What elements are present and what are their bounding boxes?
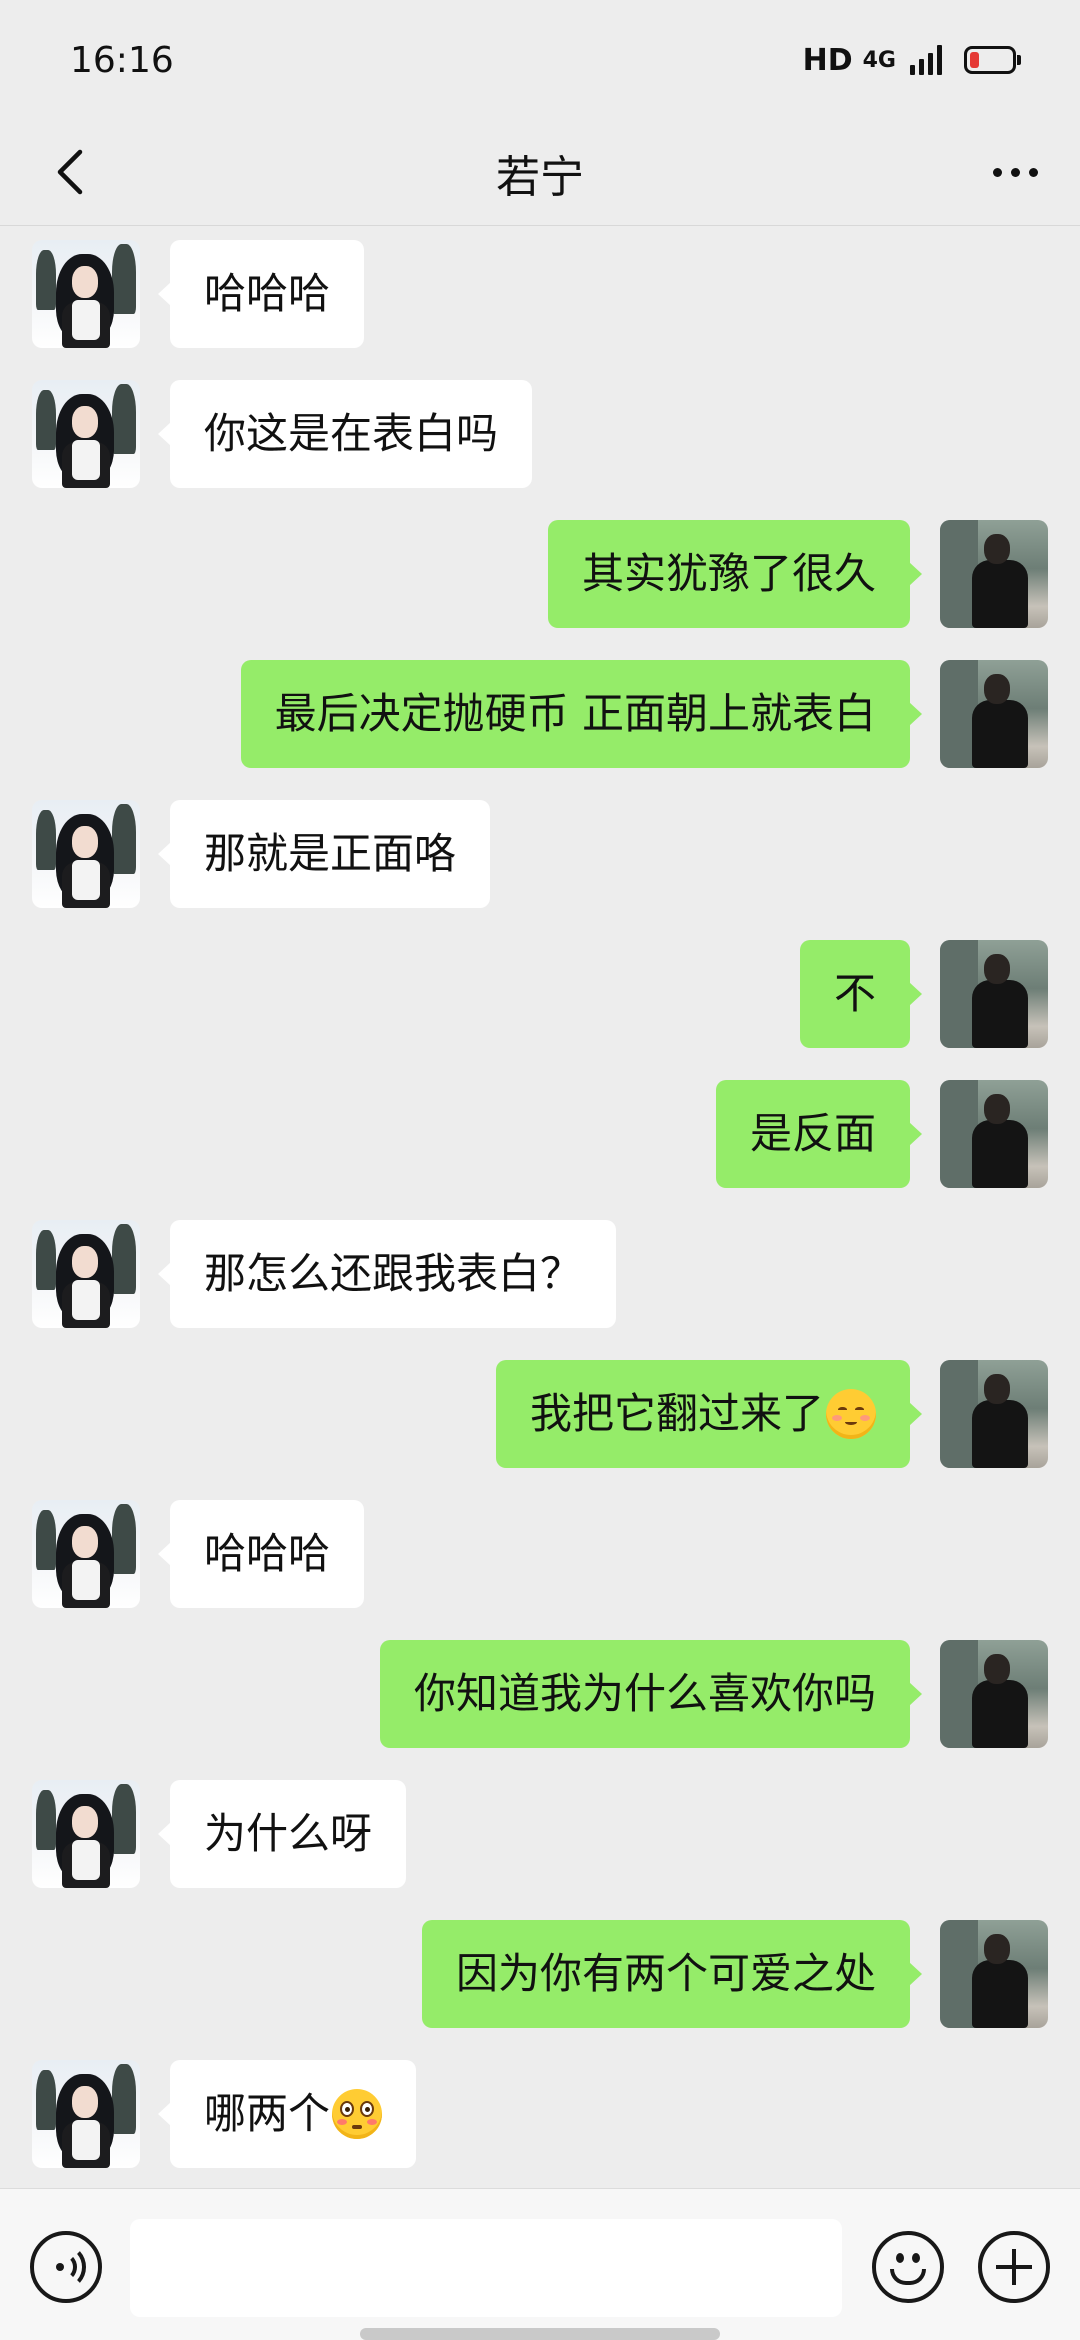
my-avatar[interactable] bbox=[940, 1640, 1048, 1748]
flushed-face-icon bbox=[332, 2088, 383, 2139]
my-avatar[interactable] bbox=[940, 520, 1048, 628]
message-text: 那就是正面咯 bbox=[204, 829, 457, 878]
message-text: 是反面 bbox=[749, 1109, 876, 1158]
message-text: 为什么呀 bbox=[204, 1809, 373, 1858]
message-bubble[interactable]: 我把它翻过来了 bbox=[495, 1360, 923, 1468]
input-bar bbox=[0, 2188, 1080, 2340]
message-text: 哈哈哈 bbox=[204, 1529, 331, 1578]
message-bubble[interactable]: 哪两个 bbox=[157, 2060, 417, 2168]
my-avatar[interactable] bbox=[940, 940, 1048, 1048]
incoming-message: 你这是在表白吗 bbox=[0, 366, 1080, 488]
my-avatar[interactable] bbox=[940, 1920, 1048, 2028]
message-bubble[interactable]: 那就是正面咯 bbox=[157, 800, 491, 908]
outgoing-message: 我把它翻过来了 bbox=[0, 1346, 1080, 1468]
more-horizontal-icon bbox=[992, 167, 1002, 177]
chevron-left-icon bbox=[57, 149, 83, 195]
message-bubble[interactable]: 你知道我为什么喜欢你吗 bbox=[379, 1640, 923, 1748]
message-text: 因为你有两个可爱之处 bbox=[455, 1949, 876, 1998]
message-input[interactable] bbox=[130, 2219, 842, 2317]
status-indicators: HD 4G bbox=[802, 42, 1021, 78]
message-list[interactable]: 哈哈哈 你这是在表白吗 其实犹豫了很久 最后决定抛硬币 正面朝上就表白 那就是正面咯不是… bbox=[0, 226, 1080, 2188]
outgoing-message: 是反面 bbox=[0, 1066, 1080, 1188]
message-text: 那怎么还跟我表白？ bbox=[204, 1249, 583, 1298]
my-avatar[interactable] bbox=[940, 660, 1048, 768]
contact-avatar[interactable] bbox=[32, 2060, 140, 2168]
outgoing-message: 你知道我为什么喜欢你吗 bbox=[0, 1626, 1080, 1748]
status-bar: 16:16 HD 4G bbox=[0, 0, 1080, 120]
message-bubble[interactable]: 为什么呀 bbox=[157, 1780, 407, 1888]
contact-avatar[interactable] bbox=[32, 800, 140, 908]
message-text: 不 bbox=[833, 969, 876, 1018]
chat-title: 若宁 bbox=[496, 151, 584, 203]
message-text: 你这是在表白吗 bbox=[204, 409, 499, 458]
contact-avatar[interactable] bbox=[32, 380, 140, 488]
battery-icon bbox=[964, 46, 1021, 74]
my-avatar[interactable] bbox=[940, 1080, 1048, 1188]
contact-avatar[interactable] bbox=[32, 1220, 140, 1328]
smiling-face-icon bbox=[826, 1388, 876, 1439]
message-bubble[interactable]: 那怎么还跟我表白？ bbox=[157, 1220, 617, 1328]
message-bubble[interactable]: 不 bbox=[799, 940, 923, 1048]
incoming-message: 哪两个 bbox=[0, 2046, 1080, 2168]
message-text: 哪两个 bbox=[204, 2089, 331, 2138]
voice-button[interactable] bbox=[30, 2231, 102, 2303]
chat-header: 若宁 bbox=[0, 120, 1080, 226]
message-bubble[interactable]: 因为你有两个可爱之处 bbox=[421, 1920, 923, 2028]
message-bubble[interactable]: 哈哈哈 bbox=[157, 240, 365, 348]
home-indicator[interactable] bbox=[360, 2328, 720, 2340]
more-button[interactable] bbox=[980, 142, 1050, 202]
outgoing-message: 其实犹豫了很久 bbox=[0, 506, 1080, 628]
message-bubble[interactable]: 最后决定抛硬币 正面朝上就表白 bbox=[240, 660, 923, 768]
outgoing-message: 最后决定抛硬币 正面朝上就表白 bbox=[0, 646, 1080, 768]
message-bubble[interactable]: 你这是在表白吗 bbox=[157, 380, 533, 488]
contact-avatar[interactable] bbox=[32, 240, 140, 348]
incoming-message: 哈哈哈 bbox=[0, 226, 1080, 348]
outgoing-message: 因为你有两个可爱之处 bbox=[0, 1906, 1080, 2028]
message-text: 哈哈哈 bbox=[204, 269, 331, 318]
hd-label: HD bbox=[802, 42, 853, 78]
incoming-message: 那怎么还跟我表白？ bbox=[0, 1206, 1080, 1328]
message-text: 我把它翻过来了 bbox=[529, 1389, 824, 1438]
message-text: 最后决定抛硬币 正面朝上就表白 bbox=[274, 689, 876, 738]
emoji-button[interactable] bbox=[872, 2231, 944, 2303]
message-bubble[interactable]: 哈哈哈 bbox=[157, 1500, 365, 1608]
message-bubble[interactable]: 其实犹豫了很久 bbox=[547, 520, 923, 628]
more-actions-button[interactable] bbox=[978, 2231, 1050, 2303]
signal-icon bbox=[910, 45, 942, 75]
contact-avatar[interactable] bbox=[32, 1500, 140, 1608]
battery-level bbox=[970, 52, 979, 68]
back-button[interactable] bbox=[40, 142, 100, 202]
incoming-message: 那就是正面咯 bbox=[0, 786, 1080, 908]
my-avatar[interactable] bbox=[940, 1360, 1048, 1468]
outgoing-message: 不 bbox=[0, 926, 1080, 1048]
status-time: 16:16 bbox=[70, 39, 174, 81]
message-text: 你知道我为什么喜欢你吗 bbox=[413, 1669, 876, 1718]
incoming-message: 为什么呀 bbox=[0, 1766, 1080, 1888]
message-bubble[interactable]: 是反面 bbox=[715, 1080, 923, 1188]
network-label: 4G bbox=[862, 47, 896, 73]
message-text: 其实犹豫了很久 bbox=[581, 549, 876, 598]
contact-avatar[interactable] bbox=[32, 1780, 140, 1888]
incoming-message: 哈哈哈 bbox=[0, 1486, 1080, 1608]
